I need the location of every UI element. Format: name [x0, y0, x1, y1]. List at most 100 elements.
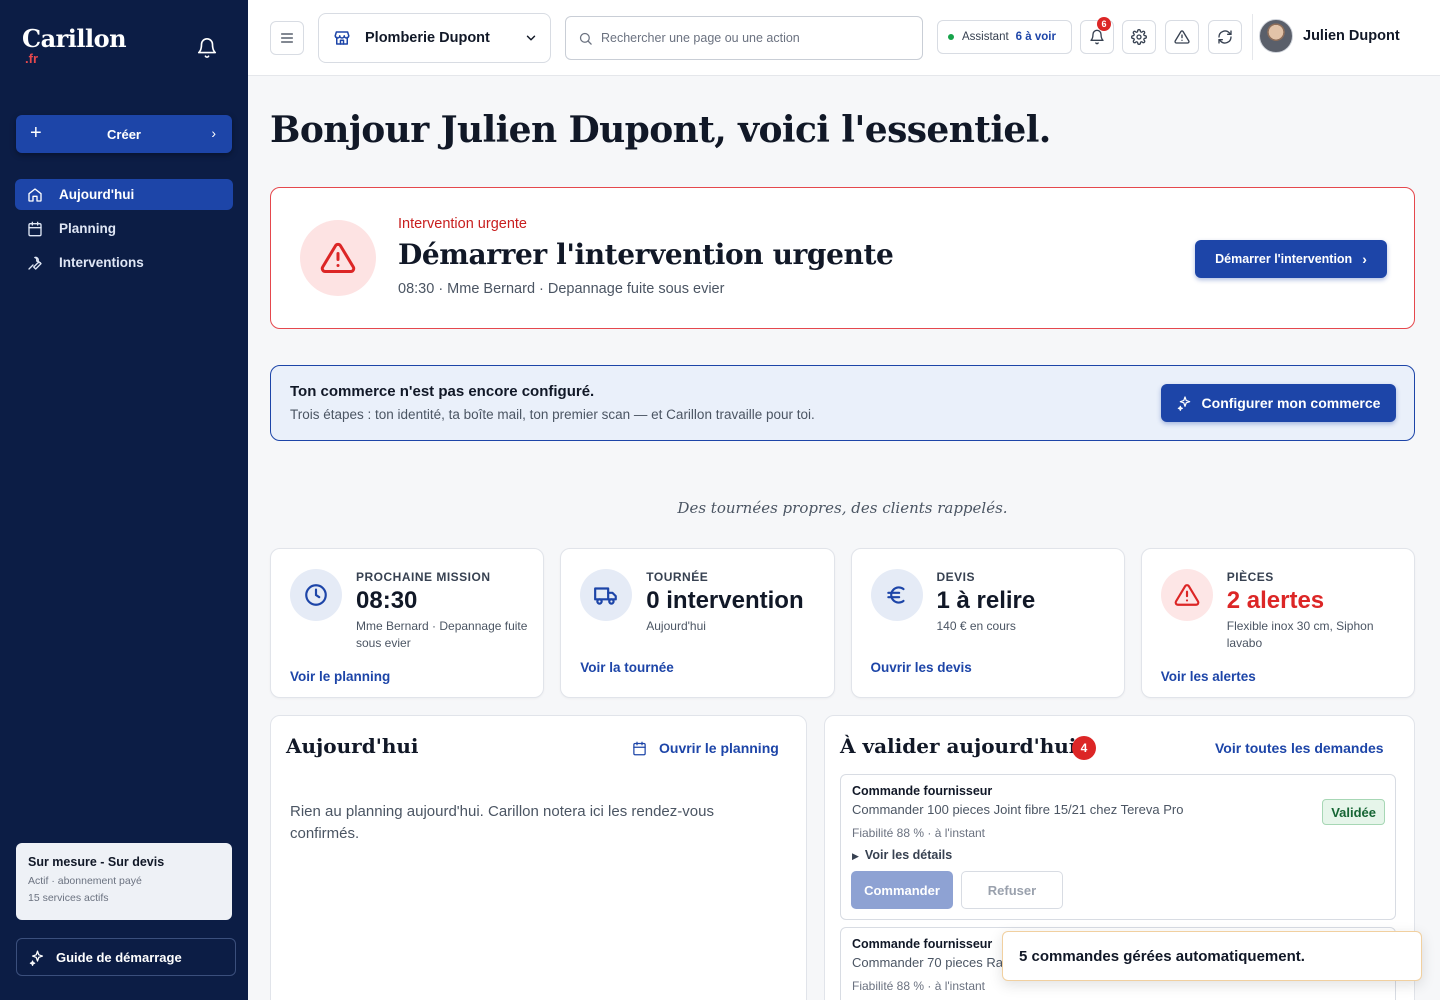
stat-label: PROCHAINE MISSION [356, 570, 491, 584]
sidebar-item-label: Planning [59, 221, 116, 236]
urgent-kicker: Intervention urgente [398, 216, 527, 232]
calendar-icon [28, 221, 42, 236]
urgent-icon-circle [300, 220, 376, 296]
user-menu[interactable]: Julien Dupont [1259, 19, 1400, 53]
refresh-icon [1218, 30, 1232, 44]
sidebar-item-planning[interactable]: Planning [15, 213, 233, 244]
stat-value: 08:30 [356, 587, 418, 614]
menu-icon [281, 33, 293, 43]
sparkles-icon [29, 949, 44, 966]
menu-button[interactable] [270, 21, 304, 55]
bell-icon[interactable] [196, 37, 218, 59]
sidebar-item-label: Aujourd'hui [59, 187, 135, 202]
brand-name: Carillon [22, 24, 127, 53]
view-planning-link[interactable]: Voir le planning [290, 669, 390, 684]
view-all-requests-link[interactable]: Voir toutes les demandes [1215, 740, 1384, 756]
stat-label: TOURNÉE [646, 570, 709, 584]
request-reliability: Fiabilité 88 % · à l'instant [852, 979, 986, 993]
request-description: Commander 100 pieces Joint fibre 15/21 c… [852, 802, 1184, 817]
stat-value: 0 intervention [646, 587, 804, 614]
stat-sub: Mme Bernard · Depannage fuite sous evier [356, 619, 528, 650]
validate-count-badge: 4 [1072, 736, 1096, 760]
urgent-intervention-card: Intervention urgente Démarrer l'interven… [270, 187, 1415, 329]
calendar-icon [633, 741, 646, 755]
warning-icon [1174, 584, 1200, 606]
stat-sub: Flexible inox 30 cm, Siphon lavabo [1226, 619, 1374, 650]
sidebar: Carillon .fr + Créer › Aujourd'hui Plann… [0, 0, 248, 1000]
user-name: Julien Dupont [1303, 28, 1400, 44]
warning-icon [1174, 30, 1190, 44]
create-label: Créer [107, 126, 141, 142]
plus-icon: + [30, 122, 42, 144]
stat-icon-circle [870, 569, 923, 621]
truck-icon [594, 587, 618, 605]
open-planning-link[interactable]: Ouvrir le planning [632, 740, 779, 756]
home-icon [28, 187, 42, 202]
getting-started-button[interactable]: Guide de démarrage [16, 938, 236, 976]
search-input[interactable] [601, 31, 901, 45]
status-badge: Validée [1322, 799, 1385, 825]
request-reliability: Fiabilité 88 % · à l'instant [852, 826, 986, 840]
subscription-card[interactable]: Sur mesure - Sur devis Actif · abonnemen… [16, 843, 232, 920]
gear-icon [1131, 29, 1147, 45]
bell-icon [1090, 29, 1104, 45]
stat-icon-circle [1160, 569, 1213, 621]
notifications-button[interactable]: 6 [1080, 17, 1114, 54]
warning-icon [320, 242, 356, 273]
view-tour-link[interactable]: Voir la tournée [580, 660, 674, 675]
details-toggle[interactable]: ▶ Voir les détails [852, 848, 952, 862]
assistant-label: Assistant [962, 31, 1009, 43]
urgent-meta: 08:30 · Mme Bernard · Depannage fuite so… [398, 281, 725, 297]
stat-label: DEVIS [936, 570, 976, 584]
settings-button[interactable] [1122, 20, 1156, 54]
request-card: Commande fournisseur Commander 100 piece… [840, 774, 1396, 920]
chevron-right-icon: › [211, 125, 216, 141]
brand-logo[interactable]: Carillon .fr [22, 24, 127, 66]
create-button[interactable]: + Créer › [16, 115, 232, 153]
start-intervention-button[interactable]: Démarrer l'intervention › [1195, 240, 1387, 278]
stat-sub: Aujourd'hui [646, 619, 706, 633]
chevron-down-icon [526, 35, 536, 41]
view-alerts-link[interactable]: Voir les alertes [1161, 669, 1256, 684]
notifications-badge: 6 [1097, 17, 1111, 31]
toast-notification: 5 commandes gérées automatiquement. [1002, 931, 1422, 981]
wrench-icon [28, 256, 42, 270]
euro-icon [886, 586, 905, 604]
sidebar-item-interventions[interactable]: Interventions [15, 247, 233, 278]
order-button[interactable]: Commander [851, 871, 953, 909]
start-intervention-label: Démarrer l'intervention [1215, 252, 1353, 266]
configure-shop-button[interactable]: Configurer mon commerce [1161, 384, 1396, 422]
search-bar [565, 16, 923, 60]
request-type: Commande fournisseur [852, 937, 993, 951]
stat-sub: 140 € en cours [936, 619, 1016, 633]
alerts-button[interactable] [1165, 20, 1199, 54]
tagline: Des tournées propres, des clients rappel… [677, 499, 1008, 517]
stat-value: 2 alertes [1226, 587, 1325, 614]
status-dot [948, 34, 954, 40]
clock-icon [305, 584, 327, 606]
chevron-right-icon: › [1362, 251, 1367, 267]
sidebar-item-today[interactable]: Aujourd'hui [15, 179, 233, 210]
plan-title: Sur mesure - Sur devis [28, 855, 165, 869]
stat-card-quotes: DEVIS 1 à relire 140 € en cours Ouvrir l… [850, 548, 1125, 698]
configure-shop-label: Configurer mon commerce [1201, 395, 1381, 411]
refresh-button[interactable] [1208, 20, 1242, 54]
stat-card-next-mission: PROCHAINE MISSION 08:30 Mme Bernard · De… [270, 548, 545, 698]
page-title: Bonjour Julien Dupont, voici l'essentiel… [270, 109, 1051, 151]
request-description: Commander 70 pieces Ra [852, 955, 1004, 970]
open-quotes-link[interactable]: Ouvrir les devis [871, 660, 972, 675]
assistant-button[interactable]: Assistant 6 à voir [937, 20, 1072, 54]
divider [1252, 14, 1253, 60]
stat-card-parts: PIÈCES 2 alertes Flexible inox 30 cm, Si… [1140, 548, 1415, 698]
avatar [1259, 19, 1293, 53]
guide-label: Guide de démarrage [56, 949, 182, 965]
assistant-count: 6 à voir [1015, 31, 1056, 43]
stat-label: PIÈCES [1226, 570, 1274, 584]
shop-name: Plomberie Dupont [365, 30, 490, 46]
setup-banner: Ton commerce n'est pas encore configuré.… [270, 365, 1415, 441]
refuse-button[interactable]: Refuser [961, 871, 1063, 909]
setup-title: Ton commerce n'est pas encore configuré. [290, 383, 595, 400]
shop-selector[interactable]: Plomberie Dupont [318, 13, 551, 63]
sparkles-icon [1177, 396, 1190, 411]
search-icon [579, 32, 592, 45]
